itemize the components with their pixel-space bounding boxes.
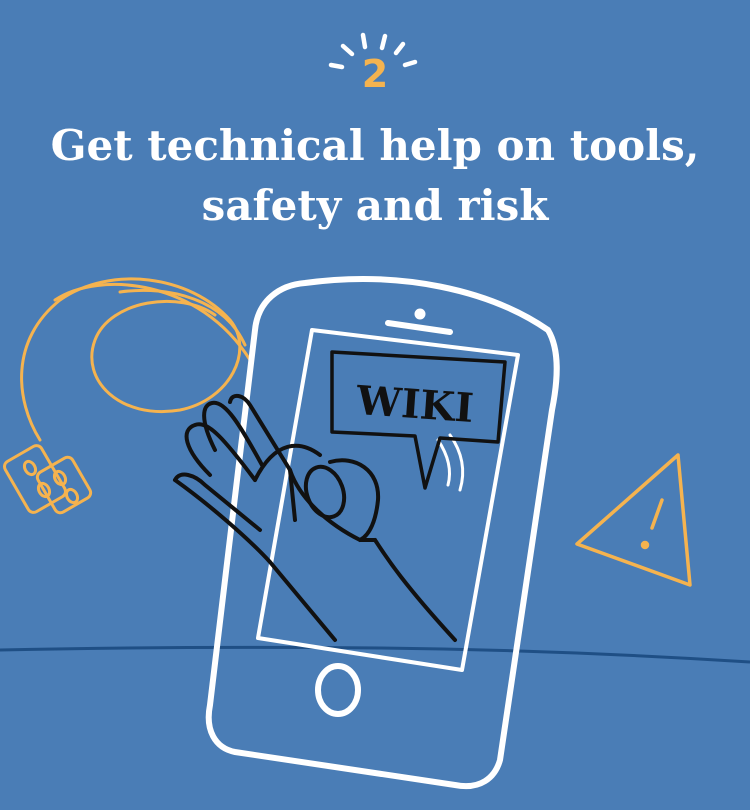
- step-number: 2: [361, 52, 389, 96]
- earphones-icon: [3, 277, 252, 515]
- headline-line-1: Get technical help on tools,: [50, 121, 700, 170]
- ok-hand-icon: [173, 393, 457, 642]
- speech-bubble-text: WIKI: [354, 377, 475, 432]
- headline-line-2: safety and risk: [201, 181, 549, 230]
- warning-triangle-icon: [575, 453, 692, 587]
- headline: Get technical help on tools, safety and …: [0, 116, 750, 236]
